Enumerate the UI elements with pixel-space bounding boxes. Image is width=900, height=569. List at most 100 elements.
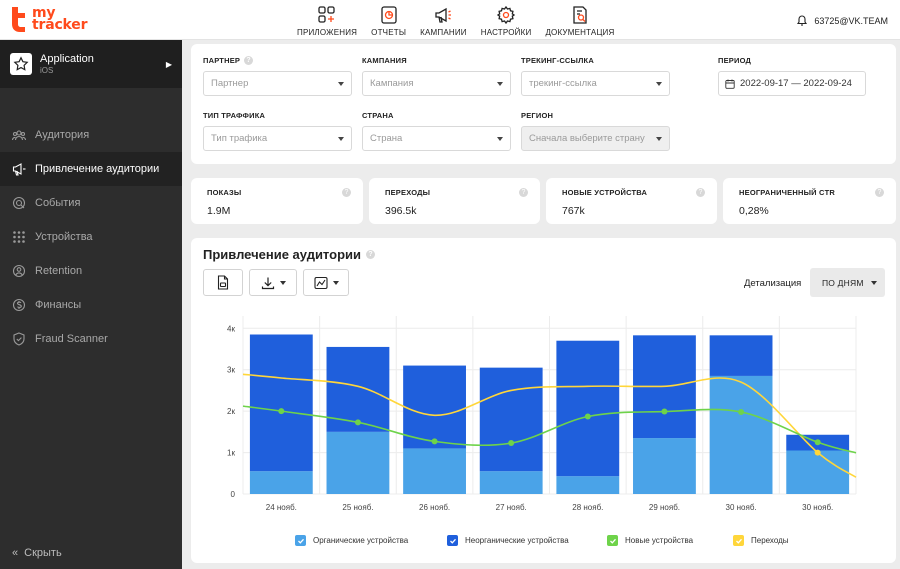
metric-title: НЕОГРАНИЧЕННЫЙ CTR xyxy=(739,188,836,197)
sidebar-item-label: Устройства xyxy=(35,231,93,243)
bell-icon[interactable] xyxy=(796,14,808,27)
sidebar-item-audience[interactable]: Аудитория xyxy=(0,118,182,152)
caret-down-icon xyxy=(656,82,662,86)
chart-section-title: Привлечение аудитории ? xyxy=(203,247,375,262)
double-chevron-left-icon: « xyxy=(12,547,19,559)
sidebar-item-retention[interactable]: Retention xyxy=(0,254,182,288)
help-icon[interactable]: ? xyxy=(342,188,351,197)
line-new-devices-point xyxy=(508,440,515,447)
user-menu[interactable]: 63725@VK.TEAM xyxy=(796,14,888,27)
top-nav: ПРИЛОЖЕНИЯ ОТЧЕТЫ КАМПАНИИ НАСТРОЙКИ ДОК… xyxy=(290,5,622,37)
line-new-devices-point xyxy=(278,408,285,415)
topnav-apps[interactable]: ПРИЛОЖЕНИЯ xyxy=(290,5,364,37)
legend-label: Органические устройства xyxy=(313,536,409,545)
region-placeholder: Сначала выберите страну xyxy=(529,133,645,144)
topnav-reports-label: ОТЧЕТЫ xyxy=(371,28,407,37)
metric-ctr: НЕОГРАНИЧЕННЫЙ CTR 0,28% ? xyxy=(723,178,896,224)
sidebar-item-events[interactable]: События xyxy=(0,186,182,220)
topnav-docs[interactable]: ДОКУМЕНТАЦИЯ xyxy=(538,5,621,37)
sidebar-item-label: Аудитория xyxy=(35,129,90,141)
sidebar-nav: Аудитория Привлечение аудитории События … xyxy=(0,118,182,356)
help-icon[interactable]: ? xyxy=(696,188,705,197)
events-icon xyxy=(12,196,26,210)
legend-label: Неорганические устройства xyxy=(465,536,569,545)
calendar-icon xyxy=(725,79,735,89)
filter-period-label: ПЕРИОД xyxy=(718,56,752,65)
legend-item-non-organic[interactable]: Неорганические устройства xyxy=(447,535,607,546)
filter-partner: ПАРТНЕР? Партнер xyxy=(203,56,352,96)
help-icon[interactable]: ? xyxy=(366,250,375,259)
chart-panel: Привлечение аудитории ? Детализация ПО Д… xyxy=(191,238,896,563)
sidebar-item-finance[interactable]: Финансы xyxy=(0,288,182,322)
caret-down-icon xyxy=(279,280,286,285)
app-selector[interactable]: Application iOS ▶ xyxy=(0,40,182,88)
retention-icon xyxy=(12,264,26,278)
legend-item-new-devices[interactable]: Новые устройства xyxy=(607,535,733,546)
sidebar-item-fraud-scanner[interactable]: Fraud Scanner xyxy=(0,322,182,356)
topnav-settings-label: НАСТРОЙКИ xyxy=(480,28,532,37)
legend-label: Переходы xyxy=(751,536,789,545)
tracking-link-select[interactable]: трекинг-ссылка xyxy=(521,71,670,96)
legend-item-clicks[interactable]: Переходы xyxy=(733,535,789,546)
topnav-settings[interactable]: НАСТРОЙКИ xyxy=(474,5,539,37)
mytracker-logo[interactable]: my tracker xyxy=(10,5,87,33)
help-icon[interactable]: ? xyxy=(519,188,528,197)
sidebar-item-acquisition[interactable]: Привлечение аудитории xyxy=(0,152,182,186)
filter-period: ПЕРИОД 2022-09-17 — 2022-09-24 xyxy=(718,56,866,96)
detail-label: Детализация xyxy=(744,278,802,289)
filter-country-label: СТРАНА xyxy=(362,111,394,120)
legend-checkbox[interactable] xyxy=(295,535,306,546)
traffic-type-select[interactable]: Тип трафика xyxy=(203,126,352,151)
collapse-sidebar-button[interactable]: « Скрыть xyxy=(12,547,62,559)
x-tick-label: 26 нояб. xyxy=(419,503,450,512)
export-csv-button[interactable] xyxy=(203,269,243,296)
x-tick-label: 30 нояб. xyxy=(802,503,833,512)
logo-mark-icon xyxy=(10,5,28,33)
download-menu-button[interactable] xyxy=(249,269,297,296)
line-new-devices-point xyxy=(661,408,668,415)
bar-organic xyxy=(786,450,850,494)
sidebar-item-devices[interactable]: Устройства xyxy=(0,220,182,254)
detail-select[interactable]: ПО ДНЯМ xyxy=(810,268,885,297)
filter-country: СТРАНА Страна xyxy=(362,111,511,151)
period-date-picker[interactable]: 2022-09-17 — 2022-09-24 xyxy=(718,71,866,96)
topnav-campaigns[interactable]: КАМПАНИИ xyxy=(413,5,474,37)
sidebar-item-label: Финансы xyxy=(35,299,82,311)
reports-icon xyxy=(380,6,397,24)
filters-panel: ПАРТНЕР? Партнер КАМПАНИЯ Кампания ТРЕКИ… xyxy=(191,44,896,164)
docs-icon xyxy=(573,6,587,24)
legend-checkbox[interactable] xyxy=(607,535,618,546)
star-icon xyxy=(10,53,32,75)
bar-non-organic xyxy=(709,335,773,376)
app-platform: iOS xyxy=(40,66,54,75)
partner-select[interactable]: Партнер xyxy=(203,71,352,96)
x-tick-label: 27 нояб. xyxy=(496,503,527,512)
country-select[interactable]: Страна xyxy=(362,126,511,151)
legend-item-organic[interactable]: Органические устройства xyxy=(295,535,447,546)
legend-checkbox[interactable] xyxy=(733,535,744,546)
apps-icon xyxy=(318,6,335,23)
metric-value: 767k xyxy=(562,205,585,217)
collapse-label: Скрыть xyxy=(24,547,62,559)
file-export-icon xyxy=(217,275,229,290)
partner-placeholder: Партнер xyxy=(211,78,249,89)
x-tick-label: 29 нояб. xyxy=(649,503,680,512)
region-select: Сначала выберите страну xyxy=(521,126,670,151)
sidebar-item-label: Retention xyxy=(35,265,83,277)
campaign-select[interactable]: Кампания xyxy=(362,71,511,96)
help-icon[interactable]: ? xyxy=(875,188,884,197)
help-icon[interactable]: ? xyxy=(244,56,254,65)
metric-clicks: ПЕРЕХОДЫ 396.5k ? xyxy=(369,178,540,224)
x-tick-label: 24 нояб. xyxy=(266,503,297,512)
filter-traffic-type: ТИП ТРАФФИКА Тип трафика xyxy=(203,111,352,151)
user-email: 63725@VK.TEAM xyxy=(814,15,888,26)
filter-campaign-label: КАМПАНИЯ xyxy=(362,56,407,65)
finance-icon xyxy=(12,298,26,312)
chart-title-text: Привлечение аудитории xyxy=(203,247,361,262)
topnav-reports[interactable]: ОТЧЕТЫ xyxy=(364,5,413,37)
chart-type-menu-button[interactable] xyxy=(303,269,349,296)
chart-type-icon xyxy=(313,276,328,289)
legend-checkbox[interactable] xyxy=(447,535,458,546)
country-placeholder: Страна xyxy=(370,133,403,144)
line-new-devices-point xyxy=(814,439,821,446)
